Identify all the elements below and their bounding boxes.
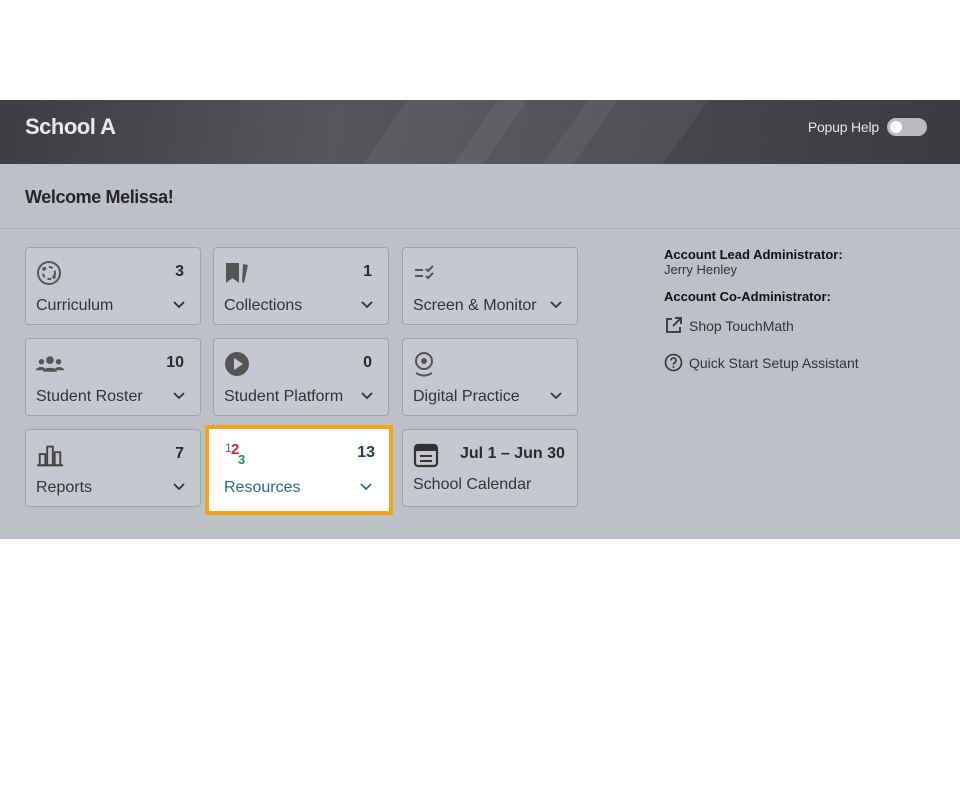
account-info: Account Lead Administrator: Jerry Henley… bbox=[664, 247, 924, 372]
reports-count: 7 bbox=[175, 445, 184, 462]
play-icon bbox=[224, 352, 252, 376]
resources-label: Resources bbox=[224, 479, 301, 496]
school-calendar-label: School Calendar bbox=[413, 476, 532, 493]
curriculum-icon bbox=[36, 261, 64, 285]
chevron-down-icon[interactable] bbox=[549, 298, 563, 312]
welcome-message: Welcome Melissa! bbox=[25, 187, 174, 207]
card-resources[interactable]: 123 13 Resources bbox=[205, 425, 393, 515]
shop-touchmath-link[interactable]: Shop TouchMath bbox=[664, 316, 924, 335]
calendar-date-range: Jul 1 – Jun 30 bbox=[460, 445, 565, 462]
card-student-platform[interactable]: 0 Student Platform bbox=[213, 338, 389, 416]
lead-admin-name: Jerry Henley bbox=[664, 262, 737, 277]
card-digital-practice[interactable]: Digital Practice bbox=[402, 338, 578, 416]
reports-icon bbox=[36, 443, 64, 467]
popup-help: Popup Help bbox=[808, 118, 927, 136]
popup-help-label: Popup Help bbox=[807, 119, 879, 135]
chevron-down-icon[interactable] bbox=[359, 480, 373, 494]
card-student-roster[interactable]: 10 Student Roster bbox=[25, 338, 201, 416]
chevron-down-icon[interactable] bbox=[360, 298, 374, 312]
resources-123-icon: 123 bbox=[225, 440, 253, 466]
popup-help-toggle[interactable] bbox=[887, 118, 927, 136]
curriculum-label: Curriculum bbox=[36, 297, 114, 314]
screen-monitor-icon bbox=[413, 261, 441, 285]
external-link-icon bbox=[666, 317, 682, 333]
chevron-down-icon[interactable] bbox=[549, 389, 563, 403]
help-circle-icon bbox=[664, 353, 683, 372]
card-screen-monitor[interactable]: Screen & Monitor bbox=[402, 247, 578, 325]
digital-practice-label: Digital Practice bbox=[413, 388, 520, 405]
card-curriculum[interactable]: 3 Curriculum bbox=[25, 247, 201, 325]
school-title: School A bbox=[25, 114, 116, 139]
chevron-down-icon[interactable] bbox=[172, 480, 186, 494]
dashboard-panel: Welcome Melissa! 3 Curriculum 1 Collecti… bbox=[0, 164, 960, 539]
resources-count: 13 bbox=[357, 444, 375, 461]
co-admin-label: Account Co-Administrator: bbox=[664, 289, 831, 304]
quick-start-link[interactable]: Quick Start Setup Assistant bbox=[664, 353, 924, 372]
card-school-calendar[interactable]: Jul 1 – Jun 30 School Calendar bbox=[402, 429, 578, 507]
student-roster-label: Student Roster bbox=[36, 388, 143, 405]
curriculum-count: 3 bbox=[175, 263, 184, 280]
divider bbox=[0, 228, 960, 229]
card-reports[interactable]: 7 Reports bbox=[25, 429, 201, 507]
lead-admin-label: Account Lead Administrator: bbox=[664, 247, 843, 262]
calendar-icon bbox=[413, 443, 441, 468]
students-icon bbox=[36, 352, 64, 376]
quick-start-label: Quick Start Setup Assistant bbox=[689, 354, 859, 371]
chevron-down-icon[interactable] bbox=[172, 389, 186, 403]
screen-monitor-label: Screen & Monitor bbox=[413, 297, 537, 314]
student-platform-count: 0 bbox=[363, 354, 372, 371]
chevron-down-icon[interactable] bbox=[172, 298, 186, 312]
student-platform-label: Student Platform bbox=[224, 388, 344, 405]
collections-label: Collections bbox=[224, 297, 303, 314]
collections-count: 1 bbox=[363, 263, 372, 280]
reports-label: Reports bbox=[36, 479, 93, 496]
top-header: School A Popup Help bbox=[0, 100, 960, 164]
digital-practice-icon bbox=[413, 352, 441, 377]
chevron-down-icon[interactable] bbox=[360, 389, 374, 403]
collections-icon bbox=[224, 261, 252, 285]
card-collections[interactable]: 1 Collections bbox=[213, 247, 389, 325]
svg-text:3: 3 bbox=[238, 452, 245, 466]
student-roster-count: 10 bbox=[166, 354, 184, 371]
shop-touchmath-label: Shop TouchMath bbox=[689, 317, 794, 334]
